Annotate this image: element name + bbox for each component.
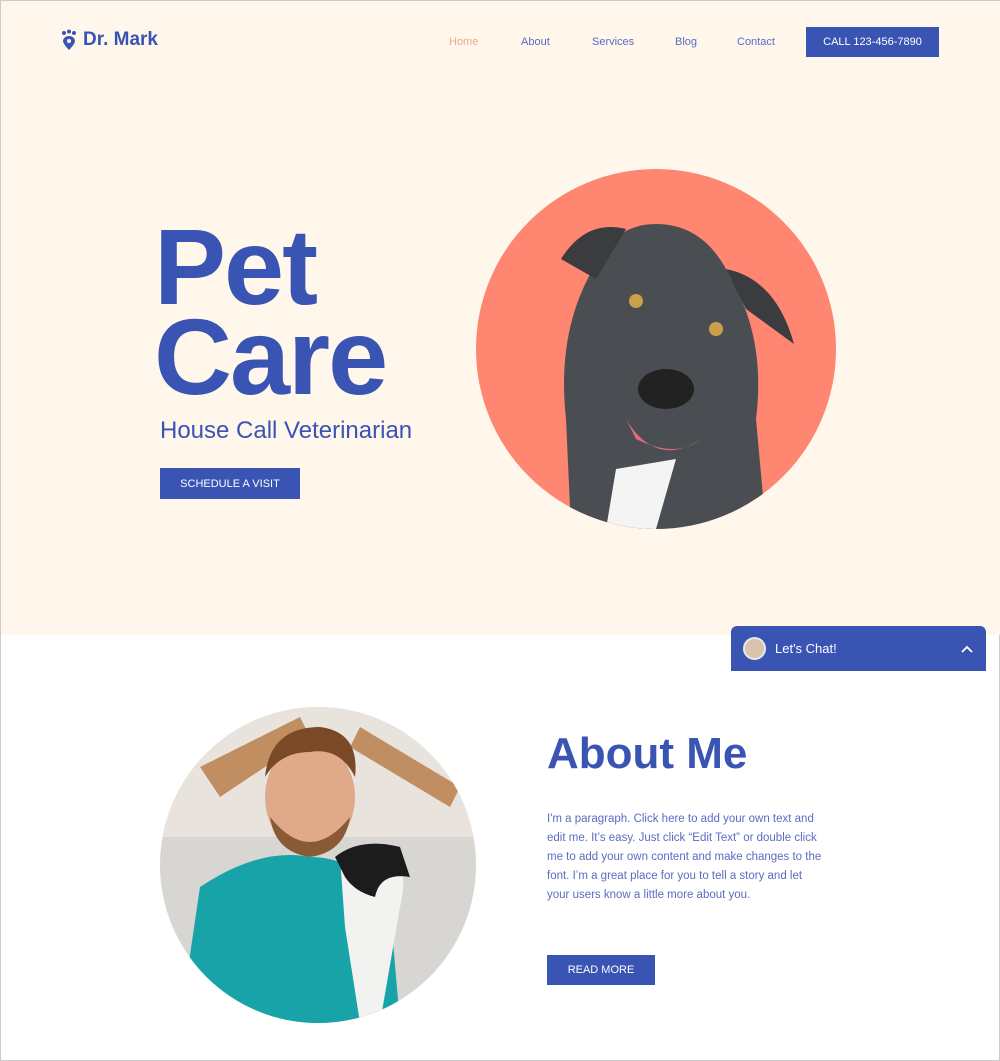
nav-contact[interactable]: Contact bbox=[737, 36, 775, 48]
paw-pin-icon bbox=[62, 29, 76, 50]
about-title: About Me bbox=[547, 729, 748, 778]
chat-label: Let's Chat! bbox=[775, 641, 837, 656]
about-paragraph: I'm a paragraph. Click here to add your … bbox=[547, 813, 822, 901]
doctor-with-dog-image bbox=[160, 707, 476, 1023]
hero-subtitle: House Call Veterinarian bbox=[160, 417, 413, 444]
call-button[interactable]: CALL 123-456-7890 bbox=[806, 27, 939, 57]
chat-widget[interactable]: Let's Chat! bbox=[731, 626, 986, 671]
hero-section: Dr. Mark Home About Services Blog Contac… bbox=[1, 1, 1000, 635]
schedule-visit-button[interactable]: SCHEDULE A VISIT bbox=[160, 468, 300, 499]
logo[interactable]: Dr. Mark bbox=[61, 29, 158, 51]
hero-title-line2: Care bbox=[154, 296, 388, 417]
nav-home[interactable]: Home bbox=[449, 36, 478, 48]
nav-blog[interactable]: Blog bbox=[675, 36, 697, 48]
chevron-up-icon[interactable] bbox=[960, 644, 974, 654]
nav-services[interactable]: Services bbox=[592, 36, 634, 48]
read-more-button[interactable]: READ MORE bbox=[547, 955, 655, 985]
nav-about[interactable]: About bbox=[521, 36, 550, 48]
logo-text: Dr. Mark bbox=[83, 29, 158, 50]
dog-image bbox=[476, 169, 836, 529]
chat-avatar bbox=[743, 637, 766, 660]
